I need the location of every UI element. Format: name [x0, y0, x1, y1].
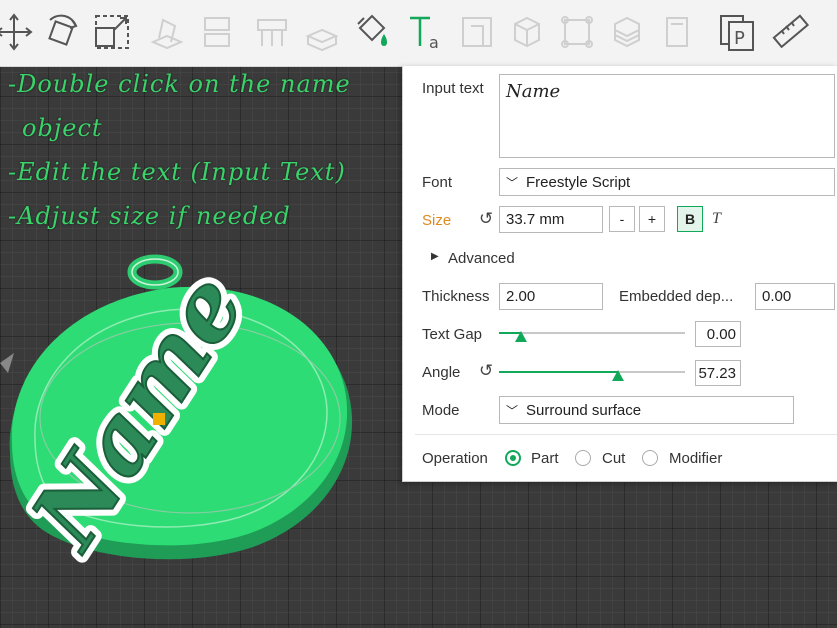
text-gap-label: Text Gap [422, 326, 483, 343]
reset-angle-icon[interactable]: ↺ [479, 361, 493, 381]
operation-label: Operation [422, 450, 488, 467]
annotation-line-4: -Adjust size if needed [8, 202, 291, 230]
annotation-line-2: object [22, 114, 103, 142]
font-label: Font [422, 174, 453, 191]
text-tool-panel: Input text Name Font ﹀ Freestyle Script … [402, 66, 837, 482]
input-text-label: Input text [422, 80, 484, 97]
size-decrease-button[interactable]: - [609, 206, 635, 232]
embedded-depth-label: Embedded dep... [619, 288, 734, 305]
move-icon[interactable] [0, 10, 36, 54]
ruler-icon[interactable] [768, 10, 812, 54]
variable-layer-icon[interactable] [605, 10, 649, 54]
angle-input[interactable]: 57.23 [695, 360, 741, 386]
advanced-toggle[interactable]: Advanced [448, 250, 515, 267]
thickness-label: Thickness [422, 288, 490, 305]
operation-part-radio[interactable] [505, 450, 521, 466]
chevron-down-icon: ﹀ [506, 175, 519, 190]
chevron-down-icon: ﹀ [506, 403, 519, 418]
rotate-icon[interactable] [40, 10, 84, 54]
assembly-icon[interactable] [555, 10, 599, 54]
mode-label: Mode [422, 402, 460, 419]
text-gap-slider-thumb[interactable] [515, 331, 527, 342]
text-gap-slider[interactable] [499, 331, 685, 342]
size-increase-button[interactable]: + [639, 206, 665, 232]
annotation-line-1: -Double click on the name [8, 70, 351, 98]
annotation-line-3: -Edit the text (Input Text) [8, 158, 346, 186]
reset-size-icon[interactable]: ↺ [479, 209, 493, 229]
svg-text:a: a [429, 33, 439, 52]
operation-modifier-label[interactable]: Modifier [669, 450, 722, 467]
font-select[interactable]: ﹀ Freestyle Script [499, 168, 835, 196]
lay-on-face-icon[interactable] [145, 10, 189, 54]
text-gap-input[interactable]: 0.00 [695, 321, 741, 347]
mode-select-value: Surround surface [526, 401, 642, 419]
operation-modifier-radio[interactable] [642, 450, 658, 466]
keychain-model[interactable]: Name Name [0, 238, 400, 628]
operation-cut-label[interactable]: Cut [602, 450, 625, 467]
operation-part-label[interactable]: Part [531, 450, 559, 467]
angle-slider[interactable] [499, 370, 685, 381]
bold-toggle[interactable]: B [677, 206, 703, 232]
size-input[interactable]: 33.7 mm [499, 206, 603, 233]
measure-box-icon[interactable] [455, 10, 499, 54]
paint-icon[interactable] [350, 10, 394, 54]
expand-triangle-icon[interactable]: ▶ [431, 251, 439, 262]
support-icon[interactable] [250, 10, 294, 54]
thickness-input[interactable]: 2.00 [499, 283, 603, 310]
angle-slider-thumb[interactable] [612, 370, 624, 381]
seam-icon[interactable] [300, 10, 344, 54]
gizmo-point[interactable] [153, 413, 165, 425]
text-icon[interactable]: a [402, 10, 446, 54]
size-label: Size [422, 212, 452, 229]
cut-icon[interactable] [195, 10, 239, 54]
angle-label: Angle [422, 364, 461, 381]
top-toolbar: a P [0, 0, 837, 67]
font-select-value: Freestyle Script [526, 173, 631, 191]
svg-text:P: P [734, 28, 745, 49]
scale-icon[interactable] [90, 10, 134, 54]
panel-divider [415, 434, 837, 435]
italic-toggle[interactable]: T [712, 210, 721, 228]
plate-icon[interactable]: P [715, 10, 759, 54]
input-text-area[interactable]: Name [499, 74, 835, 158]
mode-select[interactable]: ﹀ Surround surface [499, 396, 794, 424]
operation-cut-radio[interactable] [575, 450, 591, 466]
fdm-icon[interactable] [655, 10, 699, 54]
embedded-depth-input[interactable]: 0.00 [755, 283, 835, 310]
cube-icon[interactable] [505, 10, 549, 54]
